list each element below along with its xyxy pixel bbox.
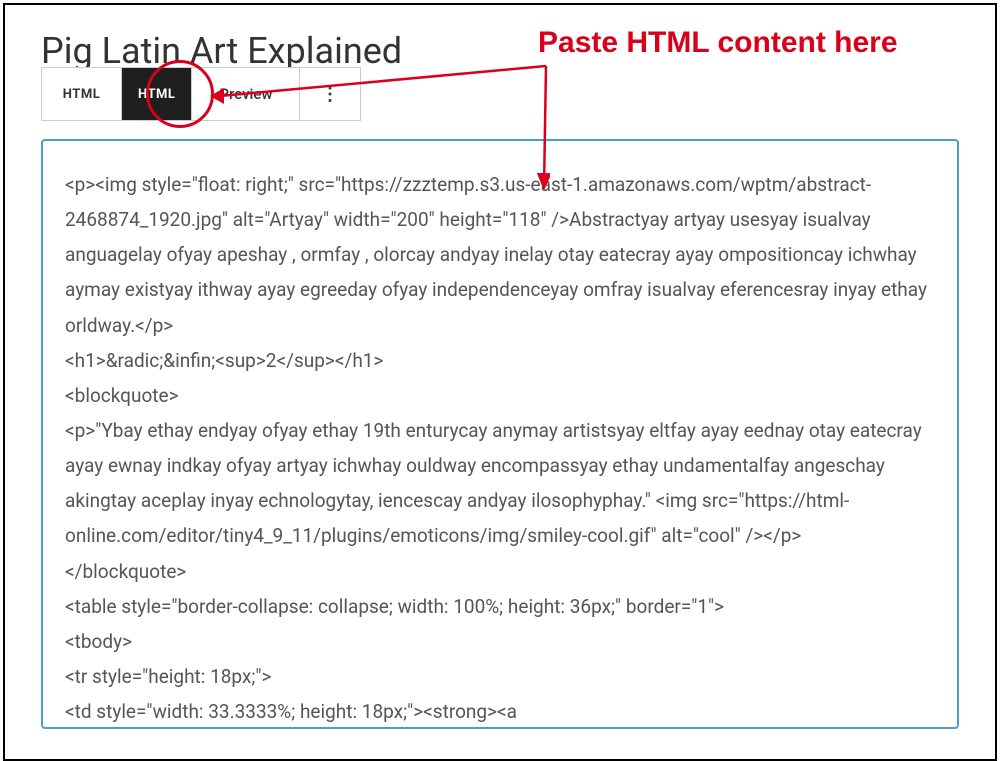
html-editor-textarea[interactable]: <p><img style="float: right;" src="https… <box>41 139 959 729</box>
more-options-button[interactable]: ⋮ <box>300 68 360 120</box>
preview-button[interactable]: Preview <box>192 68 300 120</box>
block-toolbar: HTML HTML Preview ⋮ <box>41 67 361 121</box>
page-title: Pig Latin Art Explained <box>41 33 959 69</box>
html-edit-button-active[interactable]: HTML <box>122 68 192 120</box>
html-view-button[interactable]: HTML <box>42 68 122 120</box>
